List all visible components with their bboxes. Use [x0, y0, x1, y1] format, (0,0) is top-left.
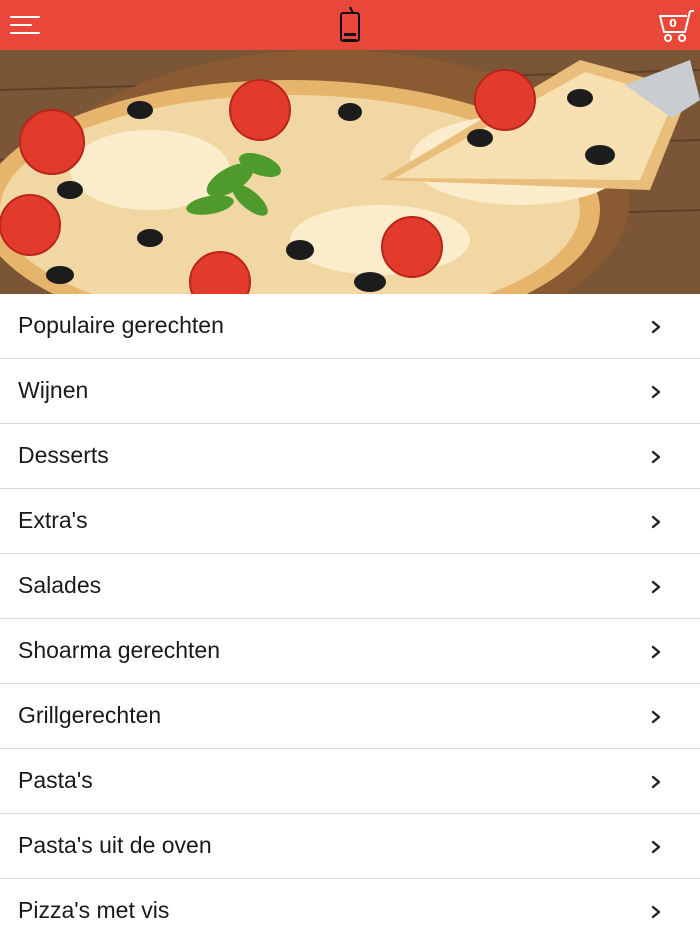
category-label: Wijnen: [18, 377, 89, 403]
category-label: Populaire gerechten: [18, 312, 224, 338]
chevron-right-icon: [651, 840, 661, 854]
category-item-wijnen[interactable]: Wijnen: [0, 359, 700, 424]
category-item-desserts[interactable]: Desserts: [0, 424, 700, 489]
category-label: Salades: [18, 572, 102, 598]
category-label: Shoarma gerechten: [18, 637, 221, 663]
category-label: Grillgerechten: [18, 702, 162, 728]
chevron-right-icon: [651, 515, 661, 529]
hero-pizza-image: [0, 50, 700, 294]
cart-button[interactable]: 0: [656, 8, 696, 44]
restaurant-logo[interactable]: [336, 6, 364, 44]
category-label: Extra's: [18, 507, 88, 533]
category-item-grillgerechten[interactable]: Grillgerechten: [0, 684, 700, 749]
chevron-right-icon: [651, 450, 661, 464]
category-item-shoarma-gerechten[interactable]: Shoarma gerechten: [0, 619, 700, 684]
chevron-right-icon: [651, 385, 661, 399]
category-list: Populaire gerechten Wijnen Desserts Extr…: [0, 294, 700, 933]
category-label: Pizza's met vis: [18, 897, 170, 923]
category-label: Pasta's uit de oven: [18, 832, 212, 858]
hamburger-menu-icon[interactable]: [8, 12, 42, 38]
category-label: Desserts: [18, 442, 109, 468]
category-item-extras[interactable]: Extra's: [0, 489, 700, 554]
cart-count-badge: 0: [669, 17, 677, 30]
chevron-right-icon: [651, 905, 661, 919]
chevron-right-icon: [651, 320, 661, 334]
category-item-pizzas-met-vis[interactable]: Pizza's met vis: [0, 879, 700, 933]
top-app-bar: 0: [0, 0, 700, 50]
chevron-right-icon: [651, 645, 661, 659]
chevron-right-icon: [651, 775, 661, 789]
category-item-populaire-gerechten[interactable]: Populaire gerechten: [0, 294, 700, 359]
chevron-right-icon: [651, 580, 661, 594]
chevron-right-icon: [651, 710, 661, 724]
category-label: Pasta's: [18, 767, 93, 793]
category-item-pastas[interactable]: Pasta's: [0, 749, 700, 814]
category-item-pastas-uit-de-oven[interactable]: Pasta's uit de oven: [0, 814, 700, 879]
category-item-salades[interactable]: Salades: [0, 554, 700, 619]
